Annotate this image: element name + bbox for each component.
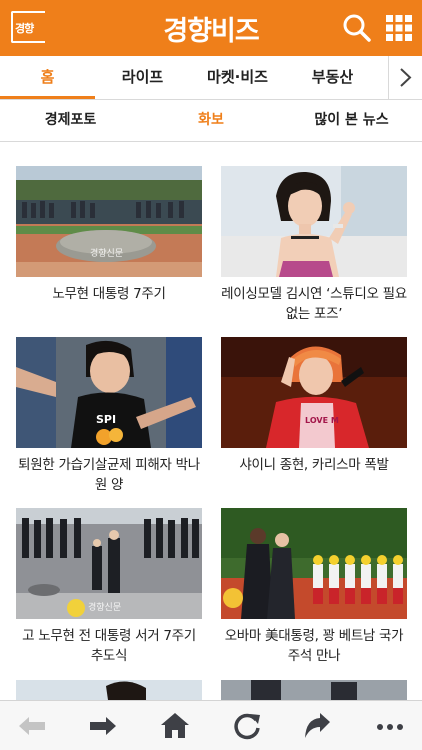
svg-text:LOVE M: LOVE M — [305, 416, 339, 425]
photo-watermark: 경향신문 — [90, 249, 124, 259]
photo-obama-vietnam[interactable] — [221, 508, 407, 619]
gallery-caption[interactable]: 노무현 대통령 7주기 — [16, 284, 202, 304]
tab-most-viewed[interactable]: 많이 본 뉴스 — [281, 100, 422, 141]
active-tab-indicator — [0, 96, 95, 99]
tab-life[interactable]: 라이프 — [95, 56, 190, 98]
gallery-caption[interactable]: 오바마 美대통령, 꽝 베트남 국가주석 만나 — [221, 626, 407, 666]
photo-memorial-ceremony[interactable]: 경향신문 — [16, 508, 202, 619]
gallery-caption[interactable]: 샤이니 종현, 카리스마 폭발 — [221, 455, 407, 475]
photo-singer[interactable]: LOVE M — [221, 337, 407, 448]
photo-memorial[interactable]: 경향신문 — [16, 166, 202, 277]
search-icon[interactable] — [341, 12, 373, 44]
tab-economy-photo[interactable]: 경제포토 — [0, 100, 141, 141]
home-icon[interactable] — [158, 709, 192, 743]
bottom-toolbar — [0, 700, 422, 750]
gallery-item[interactable]: SPI 퇴원한 가습기살균제 피해자 박나원 양 — [16, 337, 202, 495]
gallery-item[interactable]: 경향신문 노무현 대통령 7주기 — [16, 166, 202, 304]
forward-arrow-icon[interactable] — [86, 709, 120, 743]
tab-pictorial[interactable]: 화보 — [141, 100, 281, 141]
secondary-tabs: 경제포토 화보 많이 본 뉴스 — [0, 100, 422, 142]
grid-menu-icon[interactable] — [383, 12, 415, 44]
tab-market-biz[interactable]: 마켓·비즈 — [190, 56, 285, 98]
tab-real-estate[interactable]: 부동산 — [285, 56, 380, 98]
more-icon[interactable] — [373, 709, 407, 743]
back-arrow-icon[interactable] — [15, 709, 49, 743]
gallery-item-partial[interactable] — [221, 680, 407, 700]
photo-racing-model[interactable] — [221, 166, 407, 277]
tabs-scroll-right-button[interactable] — [388, 56, 422, 99]
primary-tabs: 홈 라이프 마켓·비즈 부동산 — [0, 56, 422, 100]
gallery-caption[interactable]: 레이싱모델 김시연 ‘스튜디오 필요없는 포즈’ — [221, 284, 407, 324]
gallery-item[interactable]: 오바마 美대통령, 꽝 베트남 국가주석 만나 — [221, 508, 407, 666]
photo-child[interactable]: SPI — [16, 337, 202, 448]
svg-text:SPI: SPI — [96, 413, 116, 426]
tab-home[interactable]: 홈 — [0, 56, 95, 98]
chevron-right-icon — [400, 68, 412, 87]
gallery-item-partial[interactable] — [16, 680, 202, 700]
gallery-caption[interactable]: 퇴원한 가습기살균제 피해자 박나원 양 — [16, 455, 202, 495]
share-icon[interactable] — [300, 709, 334, 743]
gallery-item[interactable]: 레이싱모델 김시연 ‘스튜디오 필요없는 포즈’ — [221, 166, 407, 324]
app-header: 경향 경향비즈 — [0, 0, 422, 56]
photo-watermark: 경향신문 — [88, 603, 122, 613]
gallery-caption[interactable]: 고 노무현 전 대통령 서거 7주기 추도식 — [16, 626, 202, 666]
refresh-icon[interactable] — [230, 709, 264, 743]
gallery-item[interactable]: LOVE M 샤이니 종현, 카리스마 폭발 — [221, 337, 407, 475]
gallery-item[interactable]: 경향신문 고 노무현 전 대통령 서거 7주기 추도식 — [16, 508, 202, 666]
